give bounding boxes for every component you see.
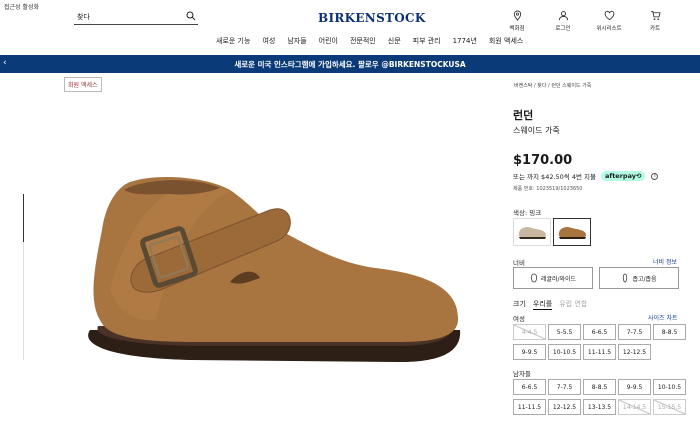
product-material: 스웨이드 가죽 (513, 126, 560, 135)
location-pin-icon (513, 10, 521, 21)
size-option[interactable]: 9-9.5 (618, 379, 651, 395)
size-option[interactable]: 7-7.5 (548, 379, 581, 395)
nav-item-skincare[interactable]: 피부 관리 (413, 36, 441, 46)
width-option-regular-label: 레귤러/와이드 (540, 275, 577, 283)
wishlist-label: 위시리스트 (596, 26, 622, 32)
size-option[interactable]: 15-15.5 (653, 399, 686, 415)
store-locator-button[interactable]: 백화점 (494, 10, 540, 32)
size-chart-link[interactable]: 사이즈 차트 (648, 313, 678, 322)
mink-shoe-thumbnail (558, 227, 586, 239)
login-label: 로그인 (555, 26, 571, 32)
afterpay-badge[interactable]: afterpay⟲ (600, 171, 646, 181)
cart-icon (650, 10, 661, 20)
size-option[interactable]: 14-14.5 (618, 399, 651, 415)
search-icon[interactable] (186, 11, 196, 21)
nav-item-women[interactable]: 여성 (262, 36, 275, 46)
brand-logo[interactable]: BIRKENSTOCK (318, 11, 426, 25)
product-title: 런던 (513, 109, 534, 122)
heart-icon (604, 10, 614, 21)
size-option[interactable]: 5-5.5 (548, 324, 581, 340)
main-nav: 새로운 기능 여성 남자들 어린이 전문적인 신문 피부 관리 1774년 회원… (216, 36, 535, 46)
installment-text: 또는 까지 $42.50씩 4번 지불 (513, 173, 596, 181)
site-header: 접근성 활성화 찾다 BIRKENSTOCK 백화점 로그인 위시리스트 카트 … (0, 0, 700, 55)
nav-item-professional[interactable]: 전문적인 (350, 36, 376, 46)
cart-label: 카트 (649, 26, 661, 32)
size-option[interactable]: 6-6.5 (513, 379, 546, 395)
breadcrumb[interactable]: 버켄스탁 / 찾다 / 런던 스웨이드 가죽 (514, 82, 591, 89)
size-option[interactable]: 8-8.5 (653, 324, 686, 340)
width-option-regular[interactable]: 레귤러/와이드 (513, 267, 593, 289)
nav-item-member-access[interactable]: 회원 액세스 (489, 36, 523, 46)
size-option[interactable]: 12-12.5 (548, 399, 581, 415)
login-button[interactable]: 로그인 (540, 10, 586, 32)
cart-button[interactable]: 카트 (632, 10, 678, 32)
width-label: 너비 (513, 259, 525, 267)
gallery-scroll-thumb[interactable] (23, 194, 24, 242)
men-sizes-label: 남자들 (513, 370, 531, 378)
store-label: 백화점 (509, 26, 525, 32)
size-option[interactable]: 10-10.5 (548, 344, 581, 360)
wide-foot-icon (530, 273, 537, 283)
search-input[interactable]: 찾다 (74, 9, 198, 25)
accessibility-link[interactable]: 접근성 활성화 (4, 2, 39, 11)
narrow-foot-icon (623, 273, 628, 283)
user-icon (558, 11, 568, 21)
color-label: 색상: 밍크 (513, 209, 542, 217)
width-option-narrow[interactable]: 좁고/좁음 (599, 267, 679, 289)
header-icons: 백화점 로그인 위시리스트 카트 (494, 10, 678, 32)
installment-line: 또는 까지 $42.50씩 4번 지불 afterpay⟲ i (513, 171, 659, 181)
search-placeholder: 찾다 (77, 13, 90, 21)
nav-item-news[interactable]: 신문 (388, 36, 401, 46)
size-option[interactable]: 10-10.5 (653, 379, 686, 395)
nav-item-1774[interactable]: 1774년 (453, 36, 477, 46)
size-option[interactable]: 6-6.5 (583, 324, 616, 340)
info-icon[interactable]: i (651, 172, 659, 180)
size-system-tabs: 크기 우리를 유럽 연합 (513, 299, 587, 310)
nav-item-men[interactable]: 남자들 (287, 36, 306, 46)
size-option[interactable]: 11-11.5 (583, 344, 616, 360)
product-price: $170.00 (513, 153, 573, 168)
taupe-shoe-thumbnail (518, 227, 546, 239)
nav-item-kids[interactable]: 어린이 (319, 36, 338, 46)
product-sku: 제품 번호: 1023519/1023650 (513, 186, 583, 192)
width-info-link[interactable]: 너비 정보 (653, 257, 677, 266)
product-image (88, 176, 461, 362)
size-option[interactable]: 13-13.5 (583, 399, 616, 415)
promo-text[interactable]: 새로운 미국 인스타그램에 가입하세요. 팔로우 @BIRKENSTOCKUSA (0, 59, 700, 70)
size-option[interactable]: 7-7.5 (618, 324, 651, 340)
tab-us-sizes[interactable]: 우리를 (532, 299, 553, 310)
size-option[interactable]: 12-12.5 (618, 344, 651, 360)
size-option[interactable]: 4-4.5 (513, 324, 546, 340)
size-option[interactable]: 8-8.5 (583, 379, 616, 395)
size-option[interactable]: 11-11.5 (513, 399, 546, 415)
size-label: 크기 (513, 300, 526, 308)
women-sizes-label: 여성 (513, 315, 525, 323)
tab-eu-sizes[interactable]: 유럽 연합 (559, 299, 587, 310)
member-access-badge: 회원 액세스 (64, 77, 102, 92)
color-swatch-mink[interactable] (553, 218, 591, 246)
promo-banner: ‹ 새로운 미국 인스타그램에 가입하세요. 팔로우 @BIRKENSTOCKU… (0, 55, 700, 73)
color-swatch-taupe[interactable] (513, 218, 551, 246)
wishlist-button[interactable]: 위시리스트 (586, 10, 632, 32)
width-option-narrow-label: 좁고/좁음 (632, 275, 657, 283)
size-option[interactable]: 9-9.5 (513, 344, 546, 360)
nav-item-new[interactable]: 새로운 기능 (216, 36, 250, 46)
gallery-scroll-track[interactable] (23, 242, 24, 360)
